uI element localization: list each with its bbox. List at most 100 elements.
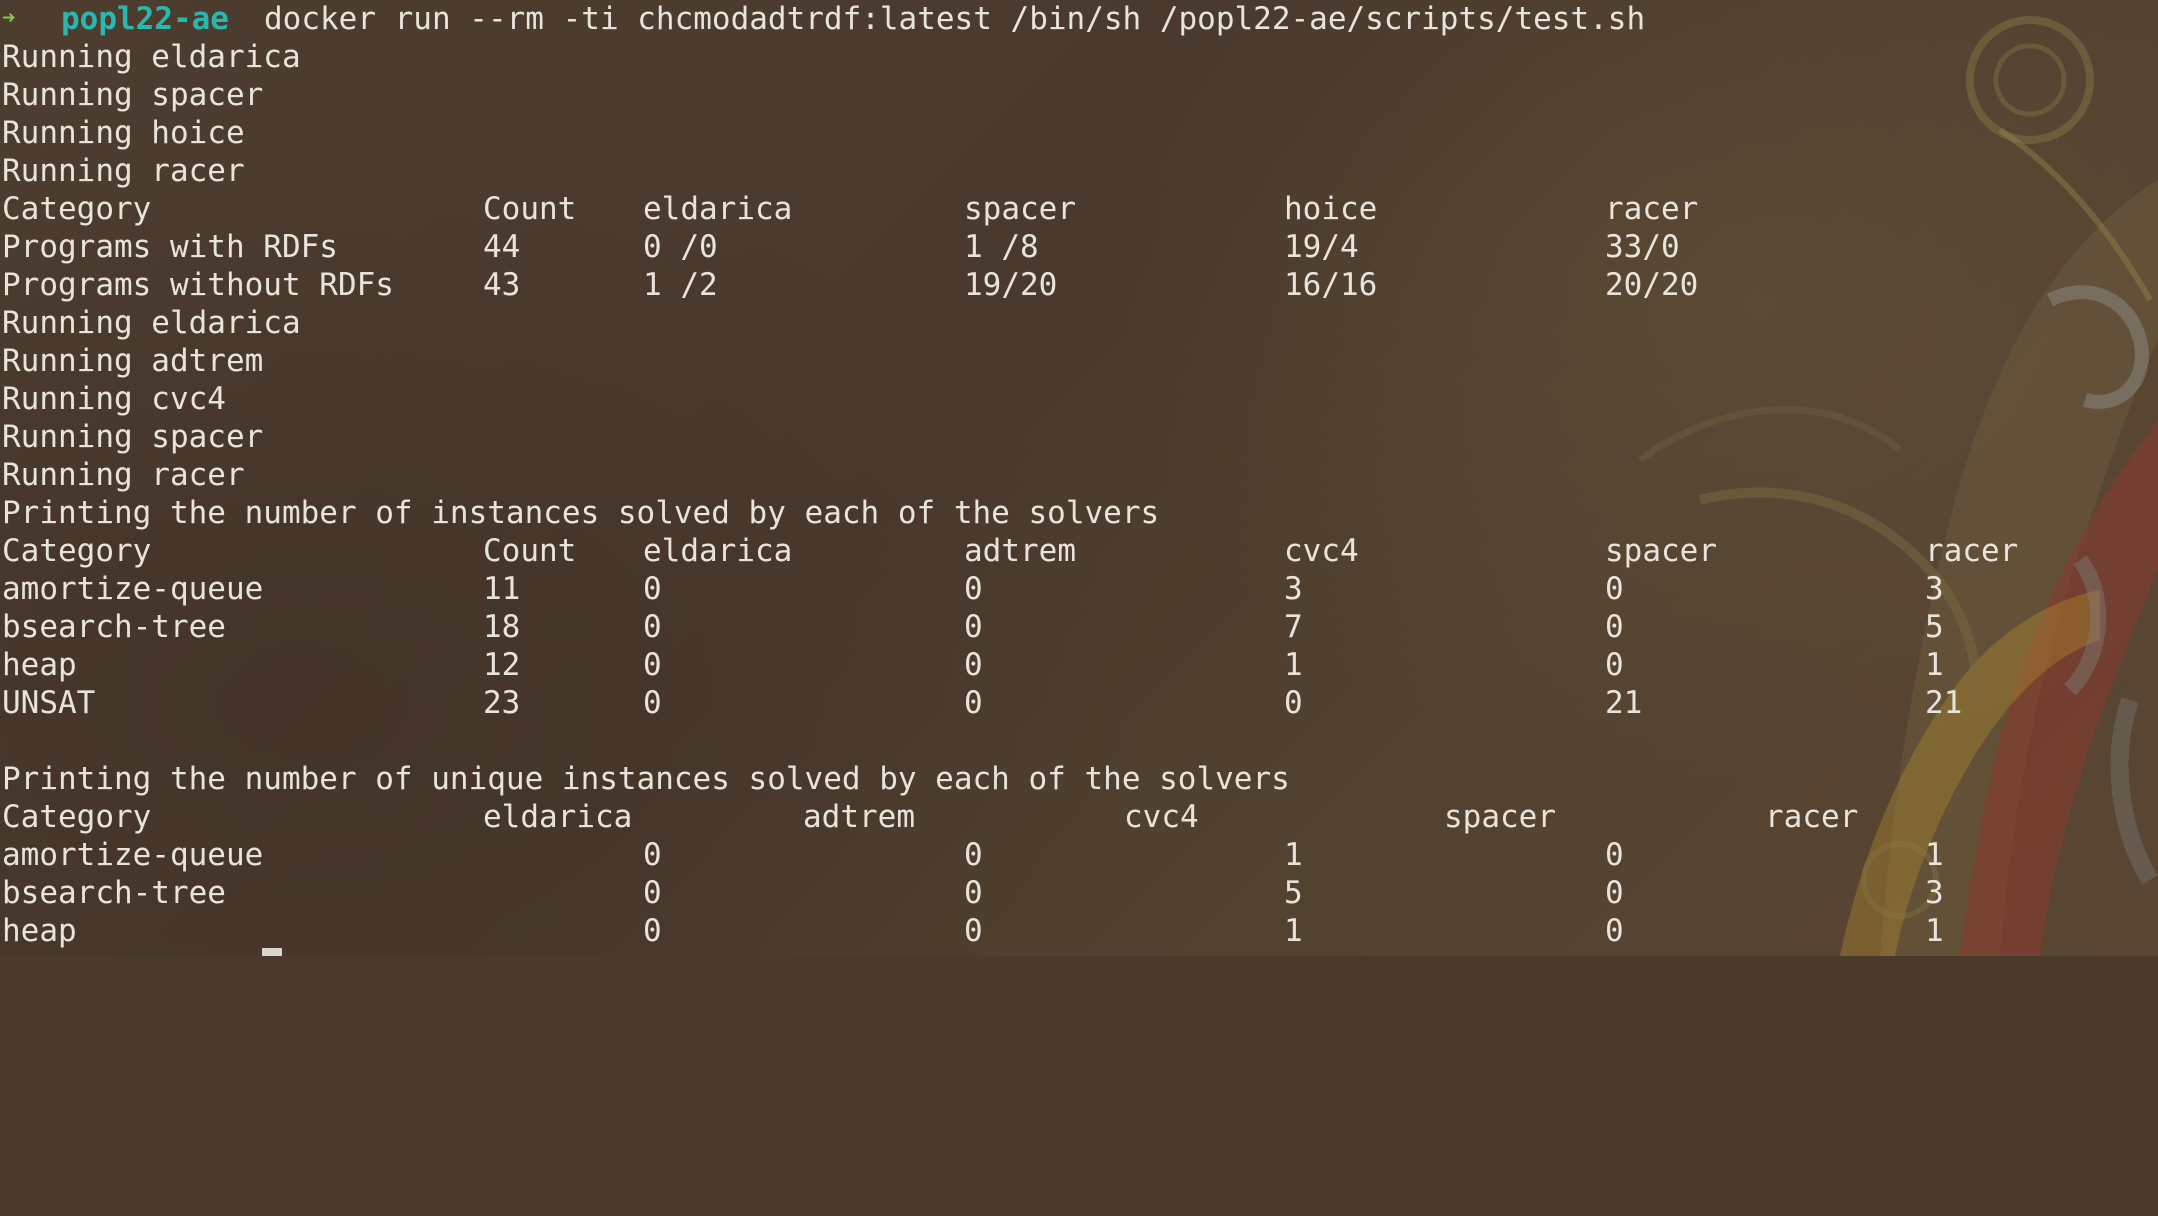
table-cell: 0 [1605, 837, 1624, 873]
table-header-cell: Category [2, 191, 152, 227]
table-row: amortize-queue 0 0 1 0 1 [2, 836, 1944, 874]
output-line-running: Running spacer [2, 419, 264, 455]
table-row: UNSAT 23 0 0 0 21 21 [2, 684, 1962, 722]
terminal-cursor [262, 948, 282, 956]
table-header-cell: cvc4 [1124, 799, 1199, 835]
table-cell: heap [2, 647, 77, 683]
table-header-cell: cvc4 [1284, 533, 1359, 569]
table-row: Programs without RDFs 43 1 /2 19/20 16/1… [2, 266, 1698, 304]
table-cell: 0 [1605, 571, 1624, 607]
table-cell: 0 [964, 609, 983, 645]
table-cell: 43 [483, 267, 521, 303]
table-row: amortize-queue 11 0 0 3 0 3 [2, 570, 1944, 608]
output-line-running: Running adtrem [2, 343, 264, 379]
table-cell: 3 [1925, 875, 1944, 911]
table-cell: 23 [483, 685, 521, 721]
table-cell: 1 [1284, 913, 1303, 949]
table-cell: 0 [643, 837, 662, 873]
table-cell: heap [2, 913, 77, 949]
table-cell: 11 [483, 571, 521, 607]
table-header-cell: spacer [964, 191, 1076, 227]
table-row: bsearch-tree 0 0 5 0 3 [2, 874, 1944, 912]
prompt-arrow-icon: ➜ [2, 6, 16, 31]
command-prompt-line: ➜ popl22-ae docker run --rm -ti chcmodad… [2, 0, 1645, 38]
table-cell: 18 [483, 609, 521, 645]
output-line-running: Running spacer [2, 77, 264, 113]
table-cell: 0 [643, 609, 662, 645]
table-header-cell: racer [1605, 191, 1699, 227]
table-row: bsearch-tree 18 0 0 7 0 5 [2, 608, 1944, 646]
output-line-running: Running eldarica [2, 39, 301, 75]
table-cell: 0 [643, 913, 662, 949]
table-cell: 1 /8 [964, 229, 1039, 265]
table-header-cell: Count [483, 191, 577, 227]
table-cell: 12 [483, 647, 521, 683]
output-line-running: Running hoice [2, 115, 245, 151]
table-cell: 19/20 [964, 267, 1058, 303]
table-cell: UNSAT [2, 685, 96, 721]
table-cell: 1 /2 [643, 267, 718, 303]
table-cell: 5 [1925, 609, 1944, 645]
table-cell: 1 [1925, 647, 1944, 683]
table-cell: 20/20 [1605, 267, 1699, 303]
table-cell: 44 [483, 229, 521, 265]
table-cell: amortize-queue [2, 837, 264, 873]
table-cell: 33/0 [1605, 229, 1680, 265]
prompt-directory: popl22-ae [61, 1, 229, 37]
table-cell: 16/16 [1284, 267, 1378, 303]
command-text: docker run --rm -ti chcmodadtrdf:latest … [264, 1, 1646, 37]
output-line-running: Running racer [2, 457, 245, 493]
table-header-cell: eldarica [643, 191, 793, 227]
table-header-cell: eldarica [483, 799, 633, 835]
table-cell: 0 [643, 647, 662, 683]
table-header-cell: spacer [1444, 799, 1556, 835]
table-cell: 0 [643, 571, 662, 607]
table-header-cell: spacer [1605, 533, 1717, 569]
table-row: heap 12 0 0 1 0 1 [2, 646, 1944, 684]
table-cell: 0 [643, 685, 662, 721]
table-cell: 0 [1605, 609, 1624, 645]
table-cell: 0 [1605, 875, 1624, 911]
output-line-running: Running eldarica [2, 305, 301, 341]
table-cell: 3 [1925, 571, 1944, 607]
table2-header-row: Category Count eldarica adtrem cvc4 spac… [2, 532, 2018, 570]
table-row: heap 0 0 1 0 1 [2, 912, 1944, 950]
table1-header-row: Category Count eldarica spacer hoice rac… [2, 190, 1698, 228]
table-cell: 3 [1284, 571, 1303, 607]
table-cell: 5 [1284, 875, 1303, 911]
table-cell: bsearch-tree [2, 875, 226, 911]
table-header-cell: Category [2, 799, 152, 835]
table-cell: 1 [1925, 913, 1944, 949]
table-header-cell: racer [1765, 799, 1859, 835]
table-cell: Programs with RDFs [2, 229, 338, 265]
table-cell: 1 [1284, 647, 1303, 683]
table-cell: 19/4 [1284, 229, 1359, 265]
table-cell: 0 [964, 875, 983, 911]
table-header-cell: racer [1925, 533, 2019, 569]
terminal-window[interactable]: ➜ popl22-ae docker run --rm -ti chcmodad… [0, 0, 2158, 956]
table-cell: 21 [1605, 685, 1643, 721]
output-line-running: Running cvc4 [2, 381, 226, 417]
table-header-cell: hoice [1284, 191, 1378, 227]
table-header-cell: Category [2, 533, 152, 569]
table-header-cell: eldarica [643, 533, 793, 569]
table-cell: 0 [1605, 647, 1624, 683]
table-cell: 0 [1605, 913, 1624, 949]
table-header-cell: adtrem [964, 533, 1076, 569]
table-cell: 1 [1284, 837, 1303, 873]
table-cell: 21 [1925, 685, 1963, 721]
table-cell: 0 [643, 875, 662, 911]
table-cell: Programs without RDFs [2, 267, 394, 303]
table-cell: 0 [964, 913, 983, 949]
table-header-cell: Count [483, 533, 577, 569]
table-cell: 0 [1284, 685, 1303, 721]
table-cell: amortize-queue [2, 571, 264, 607]
table-cell: 0 [964, 571, 983, 607]
table-header-cell: adtrem [803, 799, 915, 835]
table-cell: 0 [964, 647, 983, 683]
output-line-running: Running racer [2, 153, 245, 189]
table-cell: bsearch-tree [2, 609, 226, 645]
table3-title: Printing the number of unique instances … [2, 761, 1290, 797]
table3-header-row: Category eldarica adtrem cvc4 spacer rac… [2, 798, 1858, 836]
table-cell: 1 [1925, 837, 1944, 873]
